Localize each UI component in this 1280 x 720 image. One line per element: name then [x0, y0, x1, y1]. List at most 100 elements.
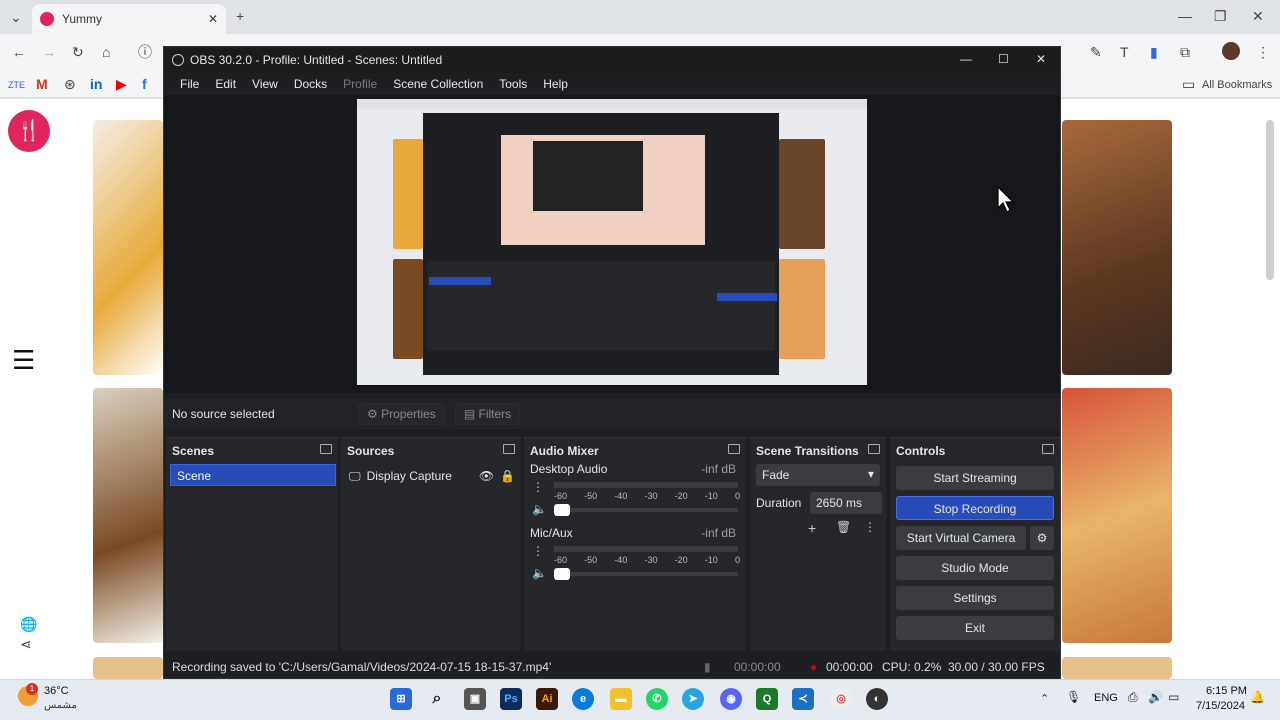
- facebook-icon[interactable]: f: [142, 76, 147, 92]
- battery-icon[interactable]: ▭: [1168, 690, 1179, 704]
- notification-bell-icon[interactable]: 🔔: [1250, 690, 1265, 704]
- page-scrollbar[interactable]: [1266, 120, 1274, 280]
- undock-icon[interactable]: [1042, 444, 1054, 454]
- volume-slider[interactable]: [554, 568, 738, 580]
- gmail-icon[interactable]: M: [36, 76, 48, 92]
- new-tab-icon[interactable]: +: [236, 8, 244, 24]
- more-menu-icon[interactable]: ⋮: [1256, 44, 1270, 60]
- properties-button[interactable]: ⚙ Properties: [358, 403, 445, 425]
- stop-recording-button[interactable]: Stop Recording: [896, 496, 1054, 520]
- menu-edit[interactable]: Edit: [207, 77, 244, 91]
- mute-icon[interactable]: 🔈: [532, 502, 547, 516]
- undock-icon[interactable]: [503, 444, 515, 454]
- extension-icon[interactable]: ▮: [1150, 44, 1158, 60]
- weather-desc: مشمس: [44, 700, 77, 711]
- mute-icon[interactable]: 🔈: [532, 566, 547, 580]
- linkedin-icon[interactable]: in: [90, 76, 102, 92]
- illustrator-icon[interactable]: Ai: [536, 688, 558, 710]
- edge-icon[interactable]: e: [572, 688, 594, 710]
- obs-close-icon[interactable]: ✕: [1036, 52, 1046, 66]
- transition-select[interactable]: Fade ▾: [756, 464, 880, 486]
- file-explorer-icon[interactable]: ▬: [610, 688, 632, 710]
- trash-icon[interactable]: 🗑: [836, 520, 851, 534]
- more-icon[interactable]: ⋮: [864, 520, 876, 534]
- minimize-icon[interactable]: —: [1178, 8, 1192, 24]
- microphone-icon[interactable]: 🎙: [1066, 690, 1081, 704]
- share-icon[interactable]: ⋖: [20, 636, 32, 652]
- settings-button[interactable]: Settings: [896, 586, 1054, 610]
- obs-maximize-icon[interactable]: ☐: [998, 52, 1009, 66]
- channel-menu-icon[interactable]: ⋮: [532, 480, 544, 494]
- virtual-camera-settings-icon[interactable]: ⚙: [1030, 526, 1054, 550]
- obs-minimize-icon[interactable]: —: [960, 52, 972, 66]
- scene-transitions-dock: Scene Transitions Fade ▾ Duration 2650 m…: [750, 437, 886, 651]
- home-icon[interactable]: ⌂: [102, 44, 110, 60]
- translate-icon[interactable]: T: [1120, 44, 1129, 60]
- filters-button[interactable]: ▤ Filters: [454, 403, 521, 425]
- preview-capture-image: [357, 99, 867, 385]
- eye-icon[interactable]: 👁: [479, 469, 494, 483]
- volume-slider[interactable]: [554, 504, 738, 516]
- volume-icon[interactable]: 🔊: [1148, 690, 1163, 704]
- whatsapp-icon[interactable]: ✆: [646, 688, 668, 710]
- menu-help[interactable]: Help: [535, 77, 576, 91]
- lock-icon[interactable]: 🔒: [500, 469, 515, 483]
- back-icon[interactable]: ←: [12, 44, 26, 60]
- task-view-icon[interactable]: ▣: [464, 688, 486, 710]
- start-virtual-camera-button[interactable]: Start Virtual Camera: [896, 526, 1026, 550]
- globe-icon[interactable]: 🌐: [20, 616, 37, 632]
- menu-file[interactable]: File: [172, 77, 207, 91]
- add-icon[interactable]: +: [808, 520, 816, 536]
- clock-time[interactable]: 6:15 PM: [1206, 685, 1247, 697]
- camtasia-icon[interactable]: Q: [756, 688, 778, 710]
- menu-scene-collection[interactable]: Scene Collection: [385, 77, 491, 91]
- menu-profile[interactable]: Profile: [335, 77, 385, 91]
- obs-preview[interactable]: [164, 95, 1060, 393]
- obs-icon[interactable]: ◐: [866, 688, 888, 710]
- tab-close-icon[interactable]: ✕: [208, 12, 218, 26]
- start-streaming-button[interactable]: Start Streaming: [896, 466, 1054, 490]
- browser-tab[interactable]: Yummy ✕: [32, 4, 226, 34]
- hamburger-menu-icon[interactable]: ☰: [12, 345, 35, 376]
- puzzle-icon[interactable]: ⧉: [1180, 44, 1190, 60]
- telegram-icon[interactable]: ➤: [682, 688, 704, 710]
- exit-button[interactable]: Exit: [896, 616, 1054, 640]
- undock-icon[interactable]: [320, 444, 332, 454]
- edit-icon[interactable]: ✎: [1090, 44, 1102, 60]
- menu-tools[interactable]: Tools: [491, 77, 535, 91]
- source-list-item[interactable]: 🖵 Display Capture 👁 🔒: [349, 466, 515, 486]
- no-source-label: No source selected: [172, 407, 275, 421]
- youtube-icon[interactable]: ▶: [116, 76, 127, 92]
- bookmark-zte[interactable]: ZTE: [8, 77, 25, 93]
- close-window-icon[interactable]: ✕: [1252, 8, 1264, 24]
- forward-icon[interactable]: →: [42, 44, 56, 60]
- channel-menu-icon[interactable]: ⋮: [532, 544, 544, 558]
- chrome-icon[interactable]: ◎: [830, 688, 852, 710]
- tab-search-icon[interactable]: ⌄: [10, 9, 22, 25]
- vscode-icon[interactable]: ≺: [792, 688, 814, 710]
- duration-input[interactable]: 2650 ms: [810, 492, 882, 514]
- windows-start-icon[interactable]: ⊞: [390, 688, 412, 710]
- discord-icon[interactable]: ◉: [720, 688, 742, 710]
- studio-mode-button[interactable]: Studio Mode: [896, 556, 1054, 580]
- clock-date[interactable]: 7/15/2024: [1196, 700, 1245, 712]
- maximize-icon[interactable]: ❐: [1214, 8, 1227, 24]
- bookmark-icon[interactable]: ⊛: [64, 76, 76, 92]
- menu-docks[interactable]: Docks: [286, 77, 335, 91]
- chevron-up-icon[interactable]: ⌃: [1040, 692, 1049, 705]
- profile-avatar[interactable]: [1222, 42, 1240, 60]
- search-icon[interactable]: ⌕: [426, 688, 448, 710]
- site-info-icon[interactable]: ⓘ: [138, 44, 152, 60]
- all-bookmarks[interactable]: All Bookmarks: [1202, 77, 1272, 93]
- menu-view[interactable]: View: [244, 77, 286, 91]
- scene-list-item[interactable]: Scene: [170, 464, 336, 486]
- site-logo-icon[interactable]: 🍴: [8, 110, 50, 152]
- channel-level: -inf dB: [701, 462, 736, 476]
- photoshop-icon[interactable]: Ps: [500, 688, 522, 710]
- undock-icon[interactable]: [728, 444, 740, 454]
- reload-icon[interactable]: ↻: [72, 44, 84, 60]
- undock-icon[interactable]: [868, 444, 880, 454]
- network-icon[interactable]: ⎙: [1128, 690, 1138, 705]
- audio-mixer-title: Audio Mixer: [530, 444, 599, 458]
- language-indicator[interactable]: ENG: [1094, 692, 1118, 704]
